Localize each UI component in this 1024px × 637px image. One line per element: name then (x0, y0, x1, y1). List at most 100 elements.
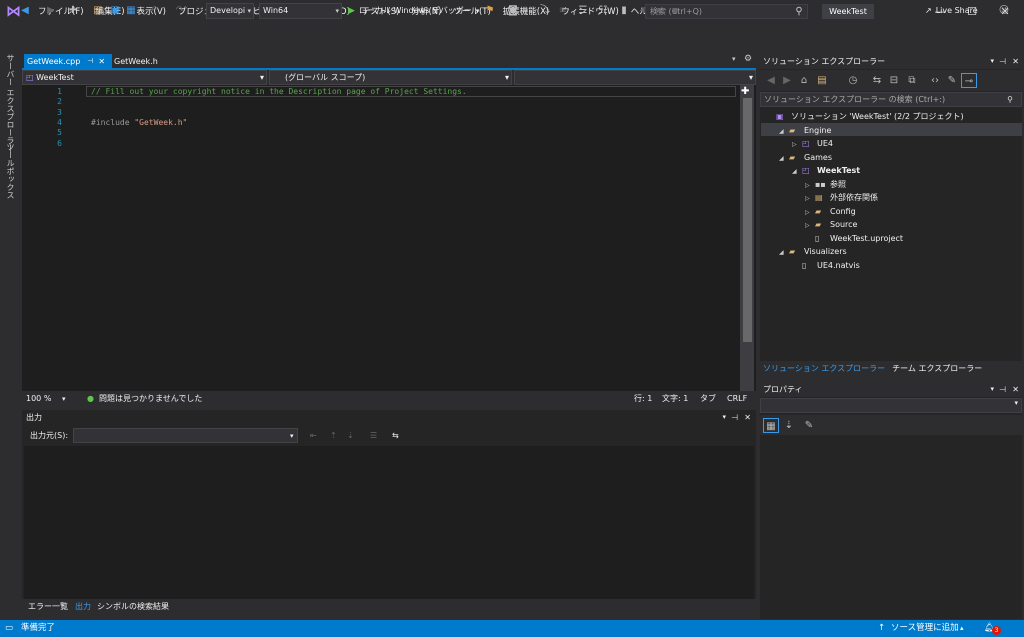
expanded-arrow-icon[interactable]: ◢ (779, 246, 789, 259)
switch-views-icon[interactable]: ▤ (815, 73, 829, 88)
chevron-down-icon[interactable]: ▾ (722, 411, 726, 424)
split-editor-icon[interactable]: ✚ (741, 86, 749, 97)
solution-configuration-select[interactable]: Developi ▾ (206, 3, 254, 19)
pin-icon[interactable]: ⊣ (731, 411, 738, 424)
tree-item[interactable]: ▷ ◰ UE4 (792, 137, 833, 150)
settings-gear-icon[interactable]: ⚙ (744, 54, 752, 64)
chevron-down-icon[interactable]: ▾ (990, 382, 994, 397)
collapsed-arrow-icon[interactable]: ▷ (805, 206, 815, 219)
chevron-down-icon[interactable]: ▾ (62, 391, 66, 407)
scope-select[interactable]: (グローバル スコープ) ▾ (269, 70, 512, 85)
prev-message-icon[interactable]: ⇡ (330, 428, 337, 444)
close-icon[interactable]: ✕ (744, 411, 751, 424)
bookmark-icon[interactable]: ▮ (617, 3, 631, 18)
solution-platform-select[interactable]: Win64 ▾ (259, 3, 342, 19)
screenshot-icon[interactable]: ◙ (506, 3, 520, 18)
next-message-icon[interactable]: ⇣ (347, 428, 354, 444)
properties-wrench-icon[interactable]: ✎ (945, 73, 959, 88)
scrollbar-thumb[interactable] (743, 98, 752, 342)
search-icon[interactable]: ⚲ (792, 4, 806, 19)
tree-item[interactable]: ◢ ▰ Games (779, 151, 832, 164)
comment-out-icon[interactable]: ☰ (576, 3, 590, 18)
tree-item[interactable]: ▣ ソリューション 'WeekTest' (2/2 プロジェクト) (766, 110, 964, 123)
show-all-files-icon[interactable]: ⧉ (905, 73, 919, 88)
server-explorer-tab[interactable]: サーバー エクスプローラー (5, 54, 16, 153)
tab-output[interactable]: 出力 (75, 599, 91, 614)
tab-getweek-h[interactable]: GetWeek.h (114, 54, 158, 69)
home-icon[interactable]: ⌂ (797, 73, 811, 88)
property-pages-icon[interactable]: ✎ (802, 418, 816, 433)
tree-item[interactable]: ▷ ▰ Source (805, 218, 857, 231)
tree-item[interactable]: ◢ ▰ Engine (779, 124, 831, 137)
forward-icon[interactable]: ▶ (780, 73, 794, 88)
collapsed-arrow-icon[interactable]: ▷ (792, 138, 802, 151)
redo-icon[interactable]: ↷ (173, 3, 187, 18)
hot-reload-icon[interactable]: ⚑ (483, 3, 497, 18)
clear-bookmarks-icon[interactable]: ▪ (668, 3, 682, 18)
goto-error-icon[interactable]: ⇤ (310, 428, 317, 444)
menu-item[interactable]: ファイル(F) (32, 0, 90, 24)
collapse-all-icon[interactable]: ⊟ (887, 73, 901, 88)
back-icon[interactable]: ◀ (764, 73, 778, 88)
tree-item[interactable]: ▷ ▪▪ 参照 (805, 178, 846, 191)
tree-item[interactable]: ▷ ▰ Config (805, 205, 856, 218)
code-editor[interactable] (22, 85, 756, 391)
search-icon[interactable]: ⚲ (1007, 93, 1013, 106)
chevron-down-icon[interactable]: ▾ (290, 428, 294, 444)
start-debugging-button[interactable]: ▶ ローカル Windows デバッガー ▾ (348, 3, 479, 19)
preview-selected-icon[interactable]: ⊸ (961, 73, 977, 88)
add-to-source-control[interactable]: ソース管理に追加 (891, 620, 959, 637)
tab-list-dropdown-icon[interactable]: ▾ (732, 55, 736, 63)
categorized-icon[interactable]: ▦ (763, 418, 779, 433)
solution-explorer-search[interactable]: ソリューション エクスプローラー の検索 (Ctrl+:) ⚲ (760, 92, 1022, 107)
forward-icon[interactable]: ▶ (44, 3, 58, 18)
back-icon[interactable]: ◀ (18, 3, 32, 18)
close-icon[interactable]: ✕ (1012, 54, 1019, 69)
expanded-arrow-icon[interactable]: ◢ (792, 165, 802, 178)
close-icon[interactable]: ✕ (98, 54, 105, 69)
output-window-icon[interactable]: ▭ (5, 620, 13, 637)
uncomment-icon[interactable]: ☷ (596, 3, 610, 18)
next-bookmark-icon[interactable]: ▸ (653, 3, 667, 18)
collapsed-arrow-icon[interactable]: ▷ (805, 219, 815, 232)
new-project-icon[interactable]: ✚ (66, 3, 80, 18)
pin-icon[interactable]: ⊣ (999, 382, 1006, 397)
tab-team-explorer[interactable]: チーム エクスプローラー (892, 361, 982, 376)
member-select[interactable]: ▾ (514, 70, 756, 85)
output-text-area[interactable] (24, 446, 754, 599)
step-into-icon[interactable]: ⤵ (538, 3, 552, 18)
align-left-icon[interactable]: ≡ (556, 3, 570, 18)
pending-changes-icon[interactable]: ◷ (846, 73, 860, 88)
tree-item[interactable]: ◢ ▰ Visualizers (779, 245, 847, 258)
prev-bookmark-icon[interactable]: ◂ (635, 3, 649, 18)
tab-solution-explorer[interactable]: ソリューション エクスプローラー (763, 361, 885, 376)
expanded-arrow-icon[interactable]: ◢ (779, 125, 789, 138)
word-wrap-icon[interactable]: ⇆ (392, 428, 399, 444)
alphabetical-icon[interactable]: ⇣ (782, 418, 796, 433)
live-share-button[interactable]: ↗ Live Share (925, 3, 978, 19)
collapsed-arrow-icon[interactable]: ▷ (805, 192, 815, 205)
view-code-icon[interactable]: ‹› (928, 73, 942, 88)
close-icon[interactable]: ✕ (1012, 382, 1019, 397)
toolbox-tab[interactable]: ツールボックス (5, 143, 16, 199)
issues-status[interactable]: 問題は見つかりませんでした (99, 391, 202, 407)
project-select[interactable]: ◰ WeekTest ▾ (22, 70, 267, 85)
feedback-icon[interactable]: ☺ (997, 3, 1011, 18)
tree-item[interactable]: ◢ ◰ WeekTest (792, 164, 860, 177)
tab-symbol-search[interactable]: シンボルの検索結果 (97, 599, 169, 614)
sync-icon[interactable]: ⇆ (870, 73, 884, 88)
pin-icon[interactable]: ⊣ (87, 54, 93, 69)
pin-icon[interactable]: ⊣ (999, 54, 1006, 69)
expanded-arrow-icon[interactable]: ◢ (779, 152, 789, 165)
tree-item[interactable]: ▯ UE4.natvis (792, 259, 860, 272)
properties-object-select[interactable]: ▾ (760, 398, 1022, 413)
tree-item[interactable]: ▯ WeekTest.uproject (805, 232, 903, 245)
tree-item[interactable]: ▷ ▤ 外部依存関係 (805, 191, 878, 204)
collapsed-arrow-icon[interactable]: ▷ (805, 179, 815, 192)
clear-all-icon[interactable]: ☰ (370, 428, 377, 444)
zoom-level[interactable]: 100 % (26, 391, 51, 407)
save-icon[interactable]: ▣ (108, 3, 122, 18)
chevron-up-icon[interactable]: ▴ (960, 620, 964, 637)
chevron-down-icon[interactable]: ▾ (990, 54, 994, 69)
tab-error-list[interactable]: エラー一覧 (28, 599, 68, 614)
